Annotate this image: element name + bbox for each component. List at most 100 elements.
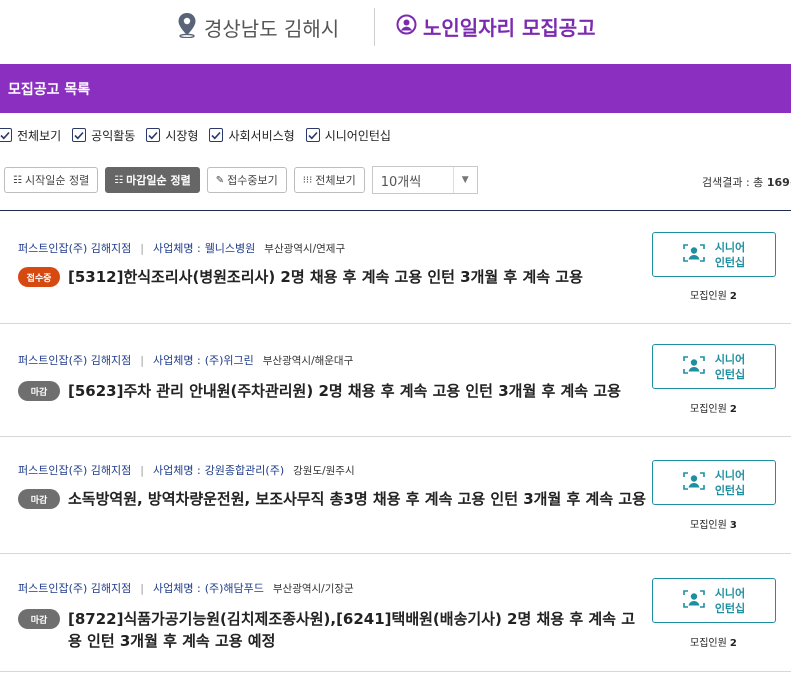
location-text: 경상남도 김해시 <box>204 17 340 41</box>
senior-internship-button[interactable]: 시니어 인턴십 <box>652 344 776 389</box>
recruit-count: 모집인원 2 <box>690 400 737 415</box>
region-text: 강원도/원주시 <box>293 464 355 477</box>
filter-label: 시니어인턴십 <box>324 128 391 143</box>
agency-name[interactable]: 퍼스트인잡(주) 김해지점 <box>18 240 131 256</box>
posting-meta: 퍼스트인잡(주) 김해지점 | 사업체명 : 웰니스병원 부산광역시/연제구 <box>18 240 345 256</box>
agency-name[interactable]: 퍼스트인잡(주) 김해지점 <box>18 462 131 478</box>
status-badge: 마감 <box>18 489 60 509</box>
receiving-only-button[interactable]: ✎ 접수중보기 <box>206 167 287 193</box>
business-label: 사업체명 : <box>153 582 201 595</box>
recruit-label: 모집인원 <box>690 291 727 302</box>
business-name: (주)해담푸드 <box>204 582 264 595</box>
list-icon: ☷ <box>13 174 22 186</box>
filter-checkbox[interactable]: 전체보기 <box>0 127 61 144</box>
meta-separator: | <box>140 463 144 477</box>
per-page-select[interactable]: 10개씩 ▼ <box>371 166 478 194</box>
business-label: 사업체명 : <box>153 242 201 255</box>
filter-checkbox[interactable]: 시니어인턴십 <box>305 127 391 144</box>
list-toolbar: ☷ 시작일순 정렬 ☷ 마감일순 정렬 ✎ 접수중보기 ⁝⁝⁝ 전체보기 10개… <box>4 166 478 194</box>
filter-checkbox[interactable]: 공익활동 <box>72 127 135 144</box>
person-scan-icon <box>683 589 705 613</box>
tag-text: 시니어 인턴십 <box>715 240 745 270</box>
posting-title-link[interactable]: [5312]한식조리사(병원조리사) 2명 채용 후 계속 고용 인턴 3개월 … <box>68 266 646 288</box>
agency-name[interactable]: 퍼스트인잡(주) 김해지점 <box>18 580 131 596</box>
filter-label: 전체보기 <box>17 128 62 143</box>
meta-separator: | <box>140 353 144 367</box>
business-name: (주)위그린 <box>204 354 254 367</box>
filter-label: 시장형 <box>165 128 199 143</box>
tag-text: 시니어 인턴십 <box>715 468 745 498</box>
person-scan-icon <box>683 471 705 495</box>
view-all-button[interactable]: ⁝⁝⁝ 전체보기 <box>293 167 365 193</box>
checkbox-checked-icon[interactable] <box>305 128 320 142</box>
view-all-label: 전체보기 <box>315 174 356 187</box>
filter-checkbox[interactable]: 시장형 <box>146 127 198 144</box>
sort-start-date-button[interactable]: ☷ 시작일순 정렬 <box>4 167 99 193</box>
sort-deadline-button[interactable]: ☷ 마감일순 정렬 <box>105 167 200 193</box>
recruit-count: 모집인원 2 <box>690 634 737 649</box>
job-posting-item[interactable]: 퍼스트인잡(주) 김해지점 | 사업체명 : (주)해담푸드 부산광역시/기장군마감 [8… <box>0 554 791 672</box>
tag-line2: 인턴십 <box>714 367 746 381</box>
job-posting-item[interactable]: 퍼스트인잡(주) 김해지점 | 사업체명 : (주)위그린 부산광역시/해운대구 마감 [5… <box>0 324 791 437</box>
caret-down-icon: ▼ <box>452 167 477 193</box>
posting-title-link[interactable]: [8722]식품가공기능원(김치제조종사원),[6241]택배원(배송기사) 2… <box>68 608 646 652</box>
person-scan-icon <box>683 243 705 267</box>
pencil-icon: ✎ <box>215 174 225 186</box>
recruit-number: 3 <box>729 520 737 531</box>
result-prefix: 검색결과 : 총 <box>702 176 764 189</box>
list-icon: ☷ <box>114 174 124 186</box>
meta-separator: | <box>140 581 144 595</box>
senior-internship-button[interactable]: 시니어 인턴십 <box>652 232 776 277</box>
checkbox-checked-icon[interactable] <box>72 128 87 142</box>
agency-name[interactable]: 퍼스트인잡(주) 김해지점 <box>18 352 131 368</box>
filter-label: 공익활동 <box>91 128 136 143</box>
region-text: 부산광역시/연제구 <box>264 242 346 255</box>
tag-line2: 인턴십 <box>714 483 746 497</box>
job-posting-item[interactable]: 퍼스트인잡(주) 김해지점 | 사업체명 : 강원종합관리(주) 강원도/원주시마감 소독… <box>0 437 791 554</box>
list-title-bar: 모집공고 목록 <box>0 64 791 113</box>
recruit-count: 모집인원 2 <box>690 287 737 302</box>
region-text: 부산광역시/해운대구 <box>262 354 354 367</box>
status-badge: 마감 <box>18 381 60 401</box>
search-result-count: 검색결과 : 총 169건 <box>702 174 791 190</box>
checkbox-checked-icon[interactable] <box>209 128 224 142</box>
sort-deadline-label: 마감일순 정렬 <box>126 174 191 187</box>
senior-internship-button[interactable]: 시니어 인턴십 <box>652 578 776 623</box>
result-count: 169 <box>766 176 790 189</box>
senior-internship-button[interactable]: 시니어 인턴십 <box>652 460 776 505</box>
recruit-count: 모집인원 3 <box>690 516 737 531</box>
business-name: 강원종합관리(주) <box>204 464 285 477</box>
job-posting-item[interactable]: 퍼스트인잡(주) 김해지점 | 사업체명 : 웰니스병원 부산광역시/연제구 접수중 [53… <box>0 211 791 324</box>
person-scan-icon <box>683 355 705 379</box>
tag-text: 시니어 인턴십 <box>715 352 745 382</box>
recruit-number: 2 <box>729 291 737 302</box>
tag-line1: 시니어 <box>714 468 746 482</box>
tag-line2: 인턴십 <box>714 601 746 615</box>
tag-text: 시니어 인턴십 <box>715 586 745 616</box>
page-title: 노인일자리 모집공고 <box>396 12 596 41</box>
header-divider <box>374 8 375 46</box>
recruit-label: 모집인원 <box>690 638 727 649</box>
grid-icon: ⁝⁝⁝ <box>302 174 313 186</box>
recruit-number: 2 <box>729 638 737 649</box>
sort-start-label: 시작일순 정렬 <box>24 174 90 187</box>
status-badge: 마감 <box>18 609 60 629</box>
location-pin-icon <box>176 12 204 43</box>
user-circle-icon <box>396 14 423 40</box>
posting-title-link[interactable]: [5623]주차 관리 안내원(주차관리원) 2명 채용 후 계속 고용 인턴 … <box>68 380 646 402</box>
posting-meta: 퍼스트인잡(주) 김해지점 | 사업체명 : (주)해담푸드 부산광역시/기장군 <box>18 580 354 596</box>
posting-meta: 퍼스트인잡(주) 김해지점 | 사업체명 : (주)위그린 부산광역시/해운대구 <box>18 352 353 368</box>
region-selector[interactable]: 경상남도 김해시 <box>176 12 339 43</box>
filter-label: 사회서비스형 <box>228 128 295 143</box>
posting-title-link[interactable]: 소독방역원, 방역차량운전원, 보조사무직 총3명 채용 후 계속 고용 인턴 … <box>68 488 646 510</box>
business-label: 사업체명 : <box>153 464 201 477</box>
tag-line1: 시니어 <box>714 240 746 254</box>
filter-checkbox[interactable]: 사회서비스형 <box>209 127 295 144</box>
checkbox-checked-icon[interactable] <box>0 128 12 142</box>
checkbox-checked-icon[interactable] <box>146 128 161 142</box>
page-title-text: 노인일자리 모집공고 <box>423 16 596 40</box>
receiving-label: 접수중보기 <box>227 174 278 187</box>
recruit-label: 모집인원 <box>690 404 727 415</box>
category-filters: 전체보기 공익활동 시장형 사회서비스형 시니어인턴십 <box>0 126 402 144</box>
region-text: 부산광역시/기장군 <box>272 582 354 595</box>
